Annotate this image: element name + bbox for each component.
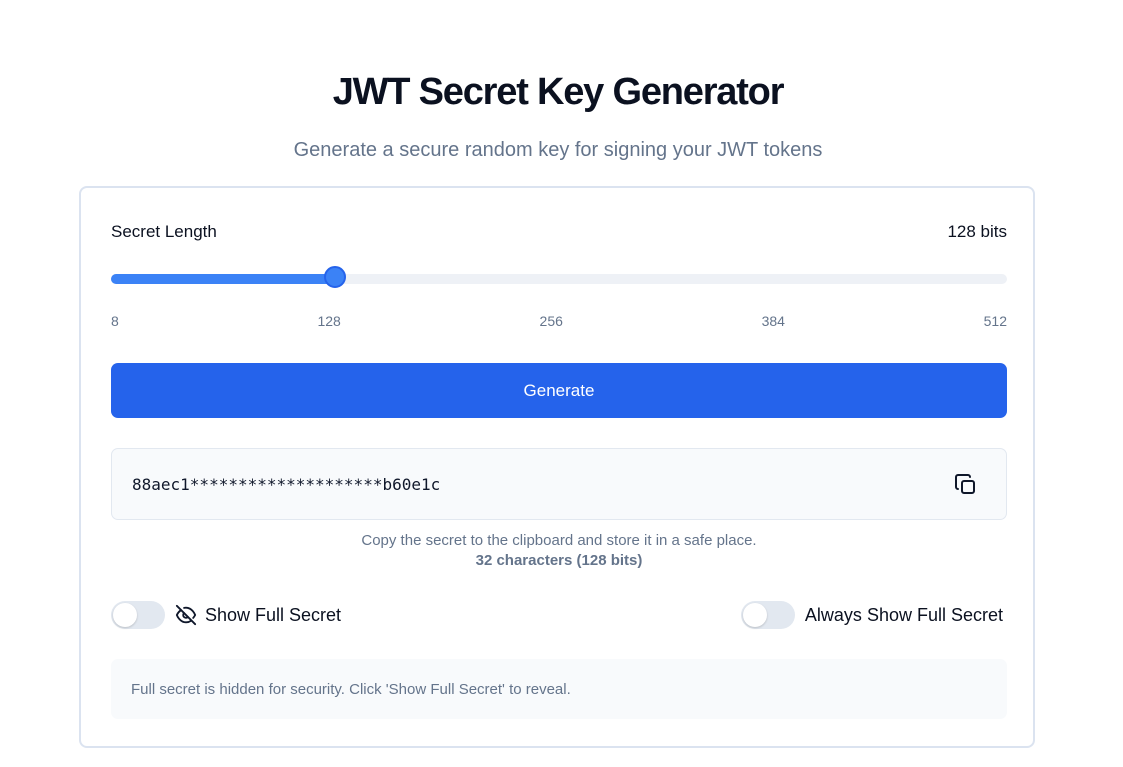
copy-icon[interactable] <box>954 473 978 497</box>
always-show-full-secret-toggle[interactable] <box>740 601 795 629</box>
slider-thumb[interactable] <box>324 266 346 288</box>
slider-tick: 512 <box>983 313 1007 329</box>
secret-length-slider[interactable] <box>111 266 1007 288</box>
show-full-secret-toggle[interactable] <box>111 601 165 629</box>
show-full-secret-label: Show Full Secret <box>205 604 342 625</box>
slider-tick: 384 <box>761 313 785 329</box>
eye-off-icon <box>175 604 197 626</box>
generator-card: Secret Length 128 bits 8 128 256 384 512… <box>79 186 1035 748</box>
always-show-full-secret-label: Always Show Full Secret <box>804 604 1003 625</box>
page-title: JWT Secret Key Generator <box>332 71 785 113</box>
character-count: 32 characters (128 bits) <box>475 552 643 569</box>
secret-output: 88aec1********************b60e1c <box>111 448 1007 520</box>
security-notice-text: Full secret is hidden for security. Clic… <box>131 680 571 698</box>
page-subtitle: Generate a secure random key for signing… <box>293 139 823 161</box>
generate-button[interactable]: Generate <box>111 363 1007 418</box>
secret-length-label: Secret Length <box>111 222 217 241</box>
page: JWT Secret Key Generator Generate a secu… <box>0 0 1123 767</box>
security-notice: Full secret is hidden for security. Clic… <box>111 659 1007 719</box>
slider-ticks: 8 128 256 384 512 <box>111 313 1007 333</box>
slider-tick: 256 <box>539 313 563 329</box>
slider-fill <box>111 274 335 284</box>
slider-tick: 8 <box>111 313 119 329</box>
copy-hint: Copy the secret to the clipboard and sto… <box>361 532 757 549</box>
secret-value: 88aec1********************b60e1c <box>132 475 441 494</box>
slider-tick: 128 <box>317 313 341 329</box>
secret-length-row: Secret Length 128 bits <box>111 220 1007 244</box>
show-full-secret-group: Show Full Secret <box>111 600 341 630</box>
toggle-knob <box>742 603 767 627</box>
always-show-secret-group: Always Show Full Secret <box>740 600 1003 630</box>
secret-length-value: 128 bits <box>947 222 1007 241</box>
toggle-knob <box>113 603 137 627</box>
